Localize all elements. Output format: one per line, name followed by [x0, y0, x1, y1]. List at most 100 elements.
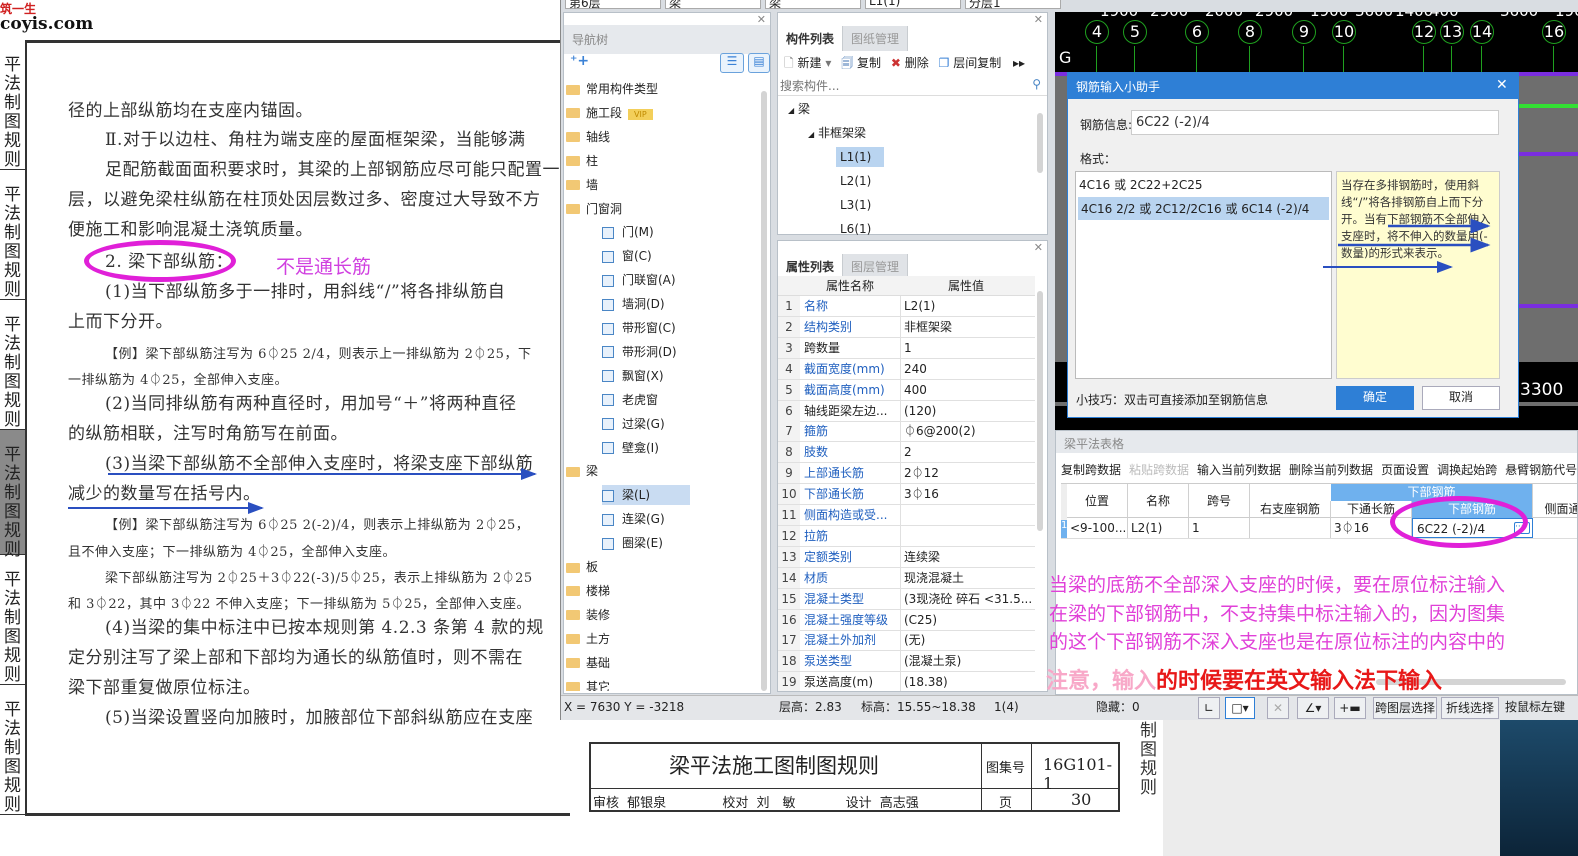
- search-icon[interactable]: ⚲: [1032, 77, 1041, 91]
- cancel-button[interactable]: 取消: [1422, 386, 1500, 410]
- top-selector[interactable]: 梁: [765, 0, 861, 10]
- list-view-icon[interactable]: ☰: [720, 53, 744, 73]
- property-row[interactable]: 12 拉筋: [778, 525, 1035, 547]
- ok-button[interactable]: 确定: [1336, 386, 1414, 410]
- property-value[interactable]: 现浇混凝土: [904, 568, 1034, 588]
- nav-item[interactable]: 楼梯: [566, 581, 610, 601]
- more-icon[interactable]: ▸▸: [1013, 56, 1025, 70]
- property-row[interactable]: 10 下部通长筋 3⏀16: [778, 484, 1035, 506]
- property-row[interactable]: 13 定额类别 连续梁: [778, 546, 1035, 568]
- nav-item[interactable]: 连梁(G): [602, 509, 665, 529]
- tree-group-beam[interactable]: ◢ 梁: [788, 99, 810, 119]
- property-value[interactable]: (无): [904, 630, 1034, 650]
- floor-copy-button[interactable]: 层间复制: [953, 56, 1001, 70]
- top-selector[interactable]: 第6层: [565, 0, 661, 10]
- property-value[interactable]: 1: [904, 338, 1034, 358]
- component-search-input[interactable]: [778, 76, 1047, 96]
- property-row[interactable]: 19 泵送高度(m) (18.38): [778, 672, 1035, 691]
- nav-item[interactable]: 带形洞(D): [602, 342, 677, 362]
- property-value[interactable]: L2(1): [904, 296, 1034, 316]
- property-value[interactable]: 2⏀12: [904, 463, 1034, 483]
- cell-span[interactable]: 1: [1189, 518, 1250, 538]
- nav-item[interactable]: 常用构件类型: [566, 79, 658, 99]
- nav-item[interactable]: 板: [566, 557, 598, 577]
- copy-button[interactable]: 复制: [857, 56, 881, 70]
- beam-table-tool[interactable]: 删除当前列数据: [1289, 463, 1373, 477]
- property-value[interactable]: ⏀6@200(2): [904, 421, 1034, 441]
- select-box-icon[interactable]: □▾: [1225, 697, 1255, 719]
- property-value[interactable]: 240: [904, 359, 1034, 379]
- property-row[interactable]: 8 肢数 2: [778, 442, 1035, 464]
- nav-item[interactable]: 梁(L): [602, 485, 691, 506]
- panel-view-icon[interactable]: ▤: [748, 53, 770, 73]
- beam-table-tool[interactable]: 页面设置: [1381, 463, 1429, 477]
- property-value[interactable]: 3⏀16: [904, 484, 1034, 504]
- component-item[interactable]: L3(1): [836, 195, 875, 215]
- property-row[interactable]: 7 箍筋 ⏀6@200(2): [778, 421, 1035, 443]
- nav-item[interactable]: 土方: [566, 629, 610, 649]
- property-row[interactable]: 3 跨数量 1: [778, 337, 1035, 359]
- nav-item[interactable]: 窗(C): [602, 246, 652, 266]
- top-selector[interactable]: L1(1): [865, 0, 961, 9]
- component-item[interactable]: L6(1): [836, 219, 875, 239]
- property-row[interactable]: 15 混凝土类型 (3现浇砼 碎石 <31.5...: [778, 588, 1035, 610]
- mouse-left-button[interactable]: 按鼠标左键: [1505, 696, 1565, 718]
- top-selector[interactable]: 梁: [665, 0, 761, 10]
- property-value[interactable]: (18.38): [904, 672, 1034, 691]
- property-value[interactable]: 400: [904, 380, 1034, 400]
- properties-scrollbar[interactable]: [1037, 291, 1043, 531]
- tab-component-list[interactable]: 构件列表: [778, 26, 844, 51]
- snap-icon[interactable]: +▬: [1334, 697, 1366, 719]
- beam-table-tool[interactable]: 调换起始跨: [1437, 463, 1497, 477]
- nav-item[interactable]: 基础: [566, 653, 610, 673]
- property-row[interactable]: 9 上部通长筋 2⏀12: [778, 463, 1035, 485]
- nav-item[interactable]: 门(M): [602, 222, 654, 242]
- nav-item[interactable]: 带形窗(C): [602, 318, 676, 338]
- nav-item[interactable]: 墙洞(D): [602, 294, 665, 314]
- nav-scrollbar[interactable]: [761, 91, 767, 691]
- beam-table-tool[interactable]: 粘贴跨数据: [1129, 463, 1189, 477]
- add-icon[interactable]: ⁺+: [570, 53, 589, 69]
- property-row[interactable]: 5 截面高度(mm) 400: [778, 379, 1035, 401]
- nav-item[interactable]: 柱: [566, 151, 598, 171]
- nav-item[interactable]: 梁: [566, 461, 598, 481]
- nav-item[interactable]: 施工段 VIP: [566, 103, 653, 123]
- angle-icon[interactable]: ∠▾: [1297, 697, 1329, 719]
- property-row[interactable]: 18 泵送类型 (混凝土泵): [778, 651, 1035, 673]
- nav-item[interactable]: 门窗洞: [566, 199, 622, 219]
- close-icon[interactable]: ✕: [757, 13, 766, 26]
- property-row[interactable]: 4 截面宽度(mm) 240: [778, 358, 1035, 380]
- beam-table-tool[interactable]: 输入当前列数据: [1197, 463, 1281, 477]
- nav-item[interactable]: 其它: [566, 677, 610, 691]
- property-value[interactable]: (120): [904, 401, 1034, 421]
- property-row[interactable]: 11 侧面构造或受...: [778, 505, 1035, 526]
- delete-button[interactable]: 删除: [905, 56, 929, 70]
- close-icon[interactable]: ✕: [1034, 13, 1043, 26]
- property-value[interactable]: 连续梁: [904, 547, 1034, 567]
- property-value[interactable]: (混凝土泵): [904, 651, 1034, 671]
- top-selector[interactable]: 分层1: [965, 0, 1061, 10]
- component-scrollbar[interactable]: [1037, 113, 1043, 173]
- nav-item[interactable]: 装修: [566, 605, 610, 625]
- property-value[interactable]: 非框架梁: [904, 317, 1034, 337]
- cell-position[interactable]: <9-100...: [1067, 518, 1128, 538]
- nav-item[interactable]: 过梁(G): [602, 414, 665, 434]
- tree-group-non-frame-beam[interactable]: ◢ 非框架梁: [808, 123, 866, 143]
- beam-table-tool[interactable]: 悬臂钢筋代号: [1505, 463, 1577, 477]
- nav-item[interactable]: 墙: [566, 175, 598, 195]
- nav-item[interactable]: 门联窗(A): [602, 270, 676, 290]
- cell-right-support[interactable]: [1250, 518, 1331, 538]
- cross-icon[interactable]: ✕: [1267, 697, 1289, 719]
- cell-name[interactable]: L2(1): [1128, 518, 1189, 538]
- cross-layer-select-button[interactable]: 跨图层选择: [1373, 697, 1437, 719]
- property-row[interactable]: 17 混凝土外加剂 (无): [778, 630, 1035, 652]
- nav-item[interactable]: 老虎窗: [602, 390, 658, 410]
- nav-item[interactable]: 飘窗(X): [602, 366, 664, 386]
- close-icon[interactable]: ✕: [1034, 241, 1043, 254]
- property-row[interactable]: 2 结构类别 非框架梁: [778, 316, 1035, 338]
- component-item[interactable]: L2(1): [836, 171, 875, 191]
- property-value[interactable]: (3现浇砼 碎石 <31.5...: [904, 589, 1034, 609]
- component-item[interactable]: L1(1): [836, 147, 884, 167]
- property-value[interactable]: 2: [904, 442, 1034, 462]
- property-value[interactable]: (C25): [904, 610, 1034, 630]
